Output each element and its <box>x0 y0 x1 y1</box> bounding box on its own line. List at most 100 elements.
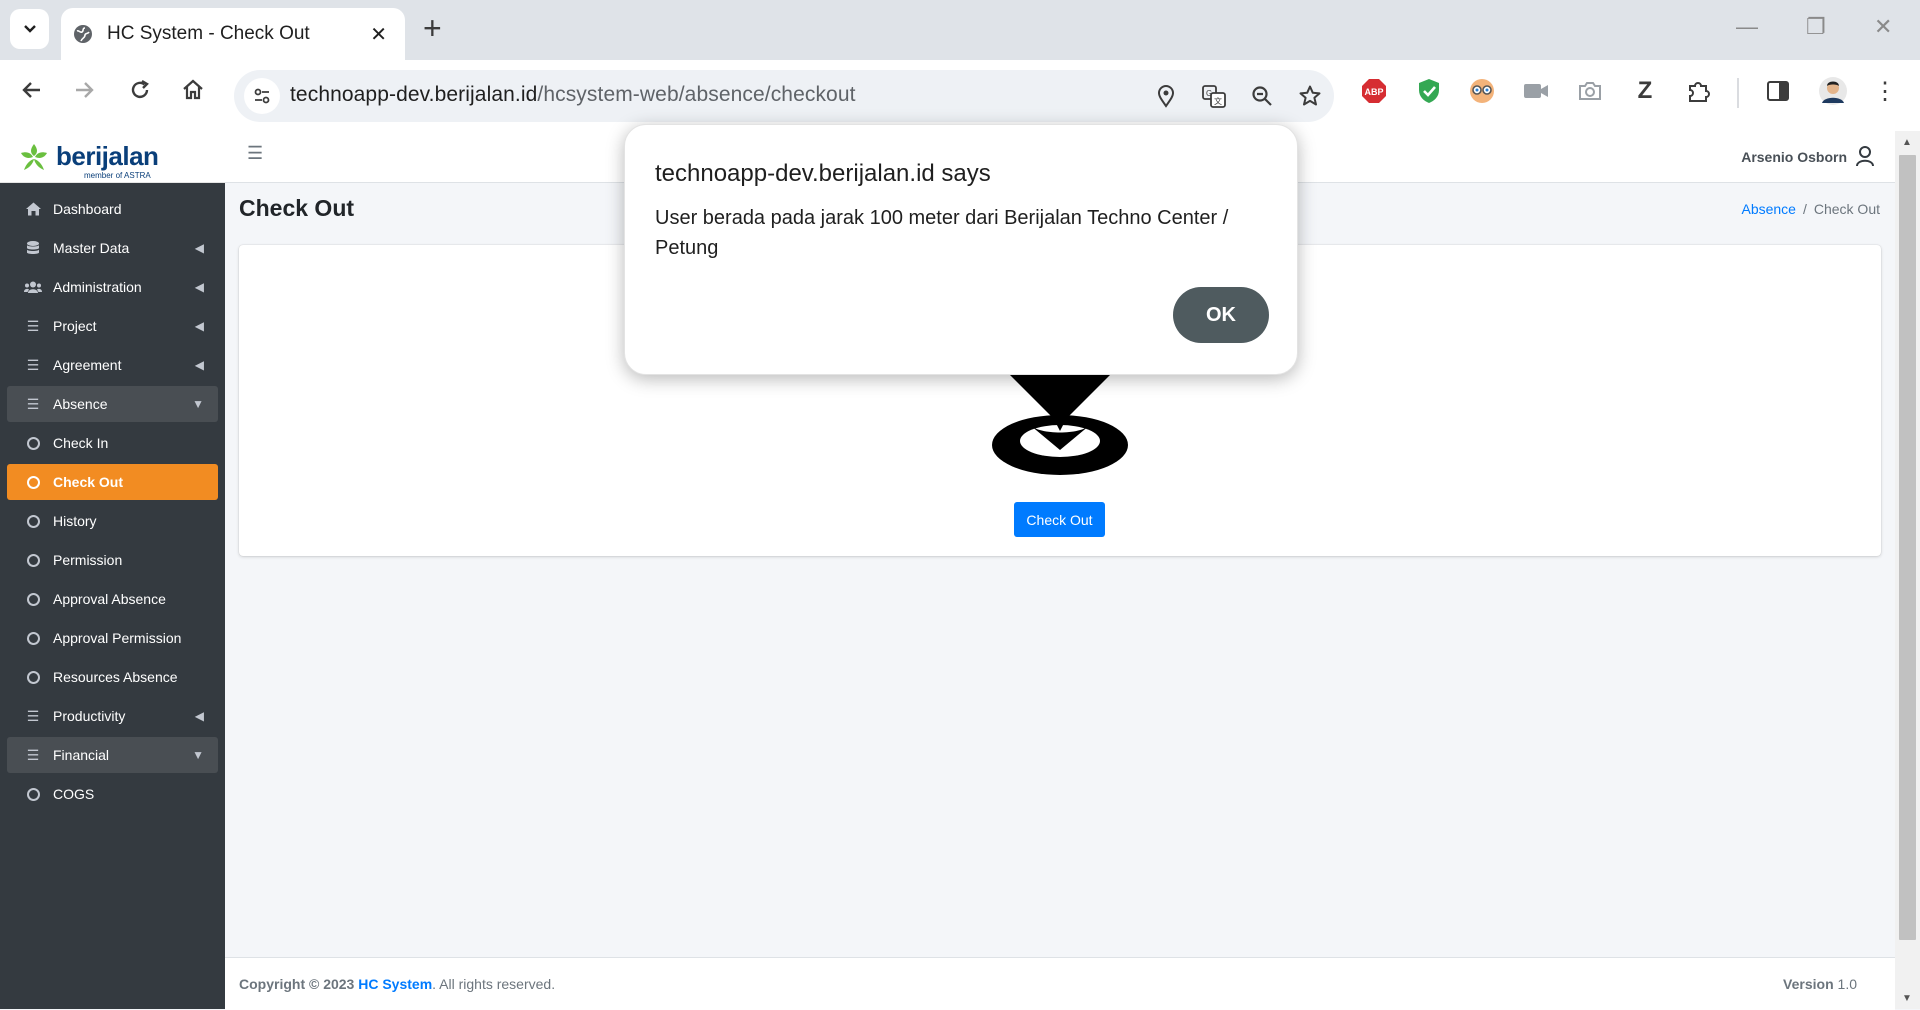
browser-tab[interactable]: HC System - Check Out ✕ <box>61 8 405 60</box>
browser-menu-icon[interactable]: ⋮ <box>1870 76 1900 106</box>
brand-logo[interactable]: berijalan member of ASTRA <box>0 131 225 183</box>
address-bar[interactable]: technoapp-dev.berijalan.id/hcsystem-web/… <box>234 70 1334 122</box>
new-tab-button[interactable]: + <box>423 12 442 44</box>
url-text: technoapp-dev.berijalan.id/hcsystem-web/… <box>290 83 856 107</box>
berijalan-logo-mark <box>21 143 47 170</box>
sidebar-item-label: Check In <box>53 435 109 451</box>
site-settings-icon[interactable] <box>244 78 280 114</box>
camera-icon[interactable] <box>1575 76 1605 106</box>
footer: Copyright © 2023 HC System. All rights r… <box>225 957 1895 1010</box>
sidebar-item-check-out[interactable]: Check Out <box>7 464 218 500</box>
sidebar-item-check-in[interactable]: Check In <box>7 425 218 461</box>
sidebar-item-label: Approval Absence <box>53 591 166 607</box>
z-extension-icon[interactable]: Z <box>1630 76 1660 106</box>
sidebar-item-label: COGS <box>53 786 95 802</box>
hamburger-menu-icon[interactable]: ☰ <box>247 143 263 164</box>
chevron-down-icon: ▼ <box>192 397 204 411</box>
sidebar: berijalan member of ASTRA Dashboard Mast… <box>0 131 225 1009</box>
translate-icon[interactable]: G文 <box>1200 82 1228 110</box>
sidebar-item-label: Permission <box>53 552 123 568</box>
tasks-icon: ☰ <box>26 356 40 373</box>
page-scrollbar[interactable]: ▲ ▼ <box>1895 131 1920 1009</box>
sidebar-item-approval-absence[interactable]: Approval Absence <box>7 581 218 617</box>
forward-icon[interactable] <box>72 78 96 108</box>
bookmark-star-icon[interactable] <box>1296 82 1324 110</box>
circle-icon <box>23 475 43 489</box>
scroll-up-icon[interactable]: ▲ <box>1902 137 1912 148</box>
zoom-out-icon[interactable] <box>1248 82 1276 110</box>
chevron-left-icon: ◀ <box>194 319 204 333</box>
tab-title: HC System - Check Out <box>107 23 310 44</box>
svg-text:G: G <box>1206 89 1212 98</box>
reload-icon[interactable] <box>128 78 152 108</box>
url-path: /hcsystem-web/absence/checkout <box>537 83 856 106</box>
check-out-button[interactable]: Check Out <box>1014 502 1105 537</box>
circle-icon <box>23 787 43 801</box>
puzzle-extensions-icon[interactable] <box>1684 76 1714 106</box>
version-label: Version <box>1783 976 1834 992</box>
user-name[interactable]: Arsenio Osborn <box>1741 149 1847 165</box>
user-icon[interactable] <box>1855 145 1875 172</box>
scroll-thumb[interactable] <box>1899 155 1916 940</box>
ok-button[interactable]: OK <box>1173 287 1269 343</box>
breadcrumb-absence-link[interactable]: Absence <box>1741 201 1795 217</box>
footer-copyright: Copyright © 2023 HC System. All rights r… <box>239 976 555 992</box>
back-icon[interactable] <box>20 78 44 108</box>
sidebar-item-label: History <box>53 513 97 529</box>
window-close-icon[interactable]: ✕ <box>1874 14 1892 40</box>
version-number: 1.0 <box>1837 976 1857 992</box>
breadcrumb-current: Check Out <box>1813 201 1880 217</box>
scroll-down-icon[interactable]: ▼ <box>1902 993 1912 1004</box>
tasks-icon: ☰ <box>26 746 40 763</box>
adblock-plus-icon[interactable]: ABP <box>1359 76 1389 106</box>
sidebar-item-absence[interactable]: ☰ Absence ▼ <box>7 386 218 422</box>
sidebar-item-resources-absence[interactable]: Resources Absence <box>7 659 218 695</box>
home-icon[interactable] <box>181 78 205 108</box>
copyright-text: Copyright © 2023 <box>239 976 355 992</box>
shield-check-icon[interactable] <box>1414 76 1444 106</box>
circle-icon <box>23 631 43 645</box>
globe-icon <box>74 25 92 43</box>
page-title: Check Out <box>239 195 355 221</box>
sidebar-item-label: Productivity <box>53 708 126 724</box>
circle-icon <box>23 514 43 528</box>
sidebar-item-agreement[interactable]: ☰ Agreement ◀ <box>7 347 218 383</box>
tab-search-button[interactable] <box>10 9 49 49</box>
tasks-icon: ☰ <box>26 395 40 412</box>
sidebar-item-label: Master Data <box>53 240 130 256</box>
restore-icon[interactable]: ❐ <box>1806 14 1826 40</box>
sidebar-item-cogs[interactable]: COGS <box>7 776 218 812</box>
location-icon[interactable] <box>1152 82 1180 110</box>
alert-dialog: technoapp-dev.berijalan.id says User ber… <box>624 124 1298 375</box>
side-panel-icon[interactable] <box>1763 76 1793 106</box>
svg-text:ABP: ABP <box>1364 87 1383 97</box>
footer-brand-link[interactable]: HC System <box>358 976 432 992</box>
sidebar-item-productivity[interactable]: ☰ Productivity ◀ <box>7 698 218 734</box>
breadcrumb: Absence / Check Out <box>1741 201 1880 217</box>
circle-icon <box>23 592 43 606</box>
sidebar-item-project[interactable]: ☰ Project ◀ <box>7 308 218 344</box>
sidebar-item-approval-permission[interactable]: Approval Permission <box>7 620 218 656</box>
camera-off-icon[interactable] <box>1521 76 1551 106</box>
breadcrumb-separator: / <box>1802 201 1807 217</box>
chevron-left-icon: ◀ <box>194 358 204 372</box>
profile-avatar[interactable] <box>1818 76 1848 106</box>
sidebar-item-label: Absence <box>53 396 108 412</box>
chevron-down-icon: ▼ <box>192 748 204 762</box>
sidebar-item-financial[interactable]: ☰ Financial ▼ <box>7 737 218 773</box>
sidebar-item-history[interactable]: History <box>7 503 218 539</box>
dialog-title: technoapp-dev.berijalan.id says <box>655 160 991 187</box>
chevron-left-icon: ◀ <box>194 280 204 294</box>
browser-toolbar: technoapp-dev.berijalan.id/hcsystem-web/… <box>0 60 1920 132</box>
tab-close-icon[interactable]: ✕ <box>370 22 387 47</box>
sidebar-item-administration[interactable]: Administration ◀ <box>7 269 218 305</box>
sidebar-item-permission[interactable]: Permission <box>7 542 218 578</box>
sidebar-item-label: Resources Absence <box>53 669 178 685</box>
sidebar-item-master-data[interactable]: Master Data ◀ <box>7 230 218 266</box>
sidebar-nav: Dashboard Master Data ◀ Administration ◀… <box>0 183 225 812</box>
minimize-icon[interactable]: — <box>1736 14 1758 40</box>
glasses-extension-icon[interactable] <box>1467 76 1497 106</box>
sidebar-item-dashboard[interactable]: Dashboard <box>7 191 218 227</box>
location-pin-icon <box>992 365 1128 475</box>
brand-sub: member of ASTRA <box>84 171 151 180</box>
